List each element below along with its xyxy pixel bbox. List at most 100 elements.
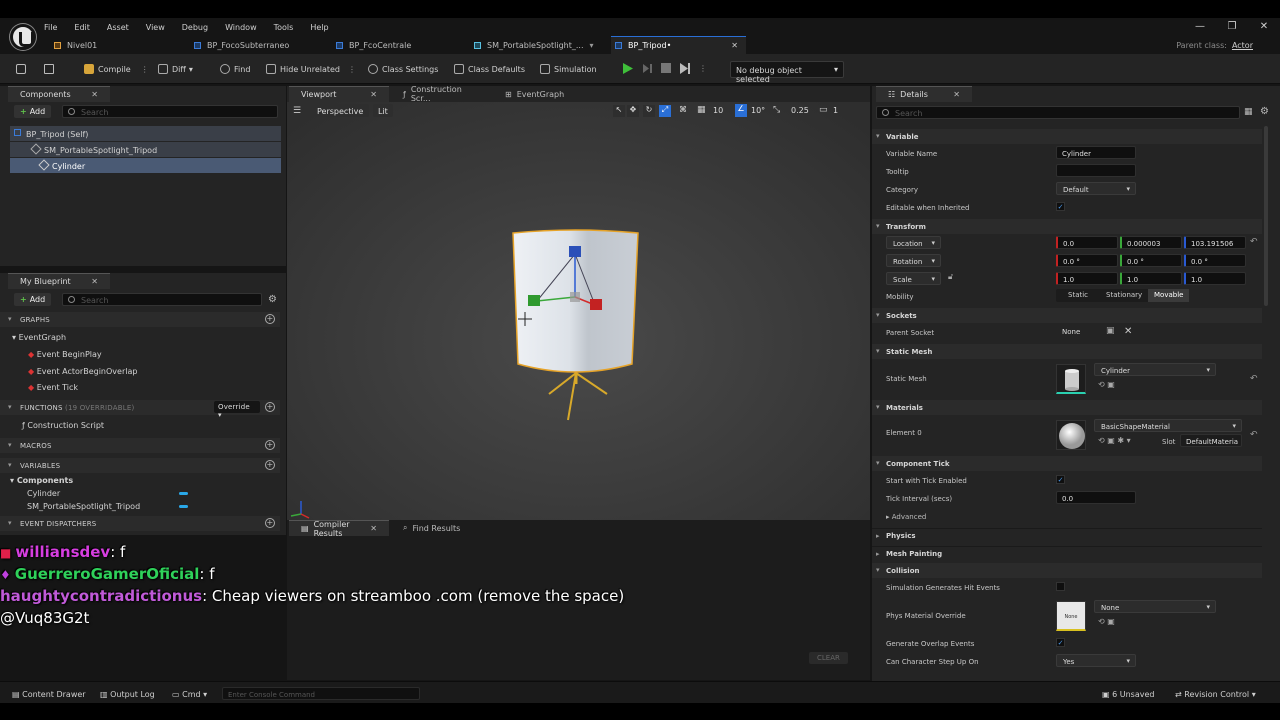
static-mesh-thumbnail[interactable] — [1056, 364, 1086, 394]
camera-speed-icon[interactable]: ▭ — [819, 105, 828, 115]
angle-snap-value[interactable]: 10° — [751, 106, 765, 115]
grid-snap-icon[interactable]: ▦ — [697, 105, 706, 115]
location-y-input[interactable]: 0.000003 — [1120, 236, 1182, 249]
tree-item-spotlight-tripod[interactable]: SM_PortableSpotlight_Tripod — [10, 142, 281, 157]
tab-details[interactable]: ☷ Details ✕ — [876, 86, 972, 102]
lit-button[interactable]: Lit — [373, 104, 393, 117]
tab-dropdown-icon[interactable]: ▾ — [590, 41, 594, 50]
phys-material-dropdown[interactable]: None — [1094, 600, 1216, 613]
location-z-input[interactable]: 103.191506 — [1184, 236, 1246, 249]
eject-icon[interactable]: ⋮ — [679, 62, 707, 75]
scale-tool-icon[interactable]: ⤢ — [659, 105, 671, 117]
close-icon[interactable]: ✕ — [370, 524, 377, 533]
tab-components[interactable]: Components ✕ — [8, 86, 110, 102]
close-icon[interactable]: ✕ — [953, 90, 960, 99]
add-graph-icon[interactable]: + — [265, 314, 275, 324]
location-x-input[interactable]: 0.0 — [1056, 236, 1118, 249]
tooltip-input[interactable] — [1056, 164, 1136, 177]
blueprint-search-input[interactable]: Search — [62, 293, 262, 306]
scale-snap-icon[interactable]: ⤡ — [773, 105, 780, 115]
close-icon[interactable]: ✕ — [91, 277, 98, 286]
close-window-icon[interactable]: ✕ — [1248, 18, 1280, 36]
slot-value[interactable]: DefaultMateria — [1180, 434, 1242, 447]
add-component-button[interactable]: + Add — [14, 105, 52, 118]
maximize-icon[interactable]: ❐ — [1216, 18, 1248, 36]
material-dropdown[interactable]: BasicShapeMaterial — [1094, 419, 1242, 432]
unsaved-button[interactable]: ▣ 6 Unsaved — [1102, 690, 1154, 699]
minimize-icon[interactable]: — — [1184, 18, 1216, 36]
category-dropdown[interactable]: Default — [1056, 182, 1136, 195]
section-component-tick[interactable]: Component Tick — [872, 456, 1262, 471]
world-local-icon[interactable]: ⌘ — [677, 105, 689, 117]
phys-material-thumbnail[interactable]: None — [1056, 601, 1086, 631]
event-begin-play[interactable]: ◆ Event BeginPlay — [28, 350, 102, 359]
add-macro-icon[interactable]: + — [265, 440, 275, 450]
perspective-button[interactable]: Perspective — [311, 104, 370, 117]
save-icon[interactable] — [16, 64, 30, 74]
variable-cylinder[interactable]: Cylinder — [27, 489, 60, 498]
translate-tool-icon[interactable]: ✥ — [627, 105, 639, 117]
hide-unrelated-button[interactable]: Hide Unrelated ⋮ — [266, 64, 356, 74]
reset-material-icon[interactable]: ↶ — [1250, 430, 1258, 440]
use-selected-icon[interactable]: ⟲ ▣ — [1098, 380, 1115, 389]
scale-snap-value[interactable]: 0.25 — [791, 106, 809, 115]
section-static-mesh[interactable]: Static Mesh — [872, 344, 1262, 359]
tab-nivel01[interactable]: Nivel01 — [50, 36, 180, 54]
tab-close-icon[interactable]: ✕ — [731, 41, 738, 50]
rotate-tool-icon[interactable]: ↻ — [643, 105, 655, 117]
rotation-z-input[interactable]: 0.0 ° — [1184, 254, 1246, 267]
hamburger-menu-icon[interactable]: ☰ — [293, 106, 301, 116]
content-drawer-button[interactable]: ▤ Content Drawer — [12, 690, 86, 699]
location-dropdown[interactable]: Location — [886, 236, 941, 249]
menu-window[interactable]: Window — [225, 23, 257, 32]
material-actions-icon[interactable]: ⟲ ▣ ✱ ▾ — [1098, 436, 1131, 445]
close-icon[interactable]: ✕ — [370, 90, 377, 99]
menu-edit[interactable]: Edit — [74, 23, 90, 32]
class-settings-button[interactable]: Class Settings — [368, 64, 438, 74]
section-macros[interactable]: MACROS+ — [0, 438, 280, 453]
override-dropdown[interactable]: Override ▾ — [214, 401, 260, 419]
tab-find-results[interactable]: ⌕ Find Results — [391, 520, 481, 536]
cmd-dropdown[interactable]: ▭ Cmd ▾ — [172, 690, 207, 699]
tick-interval-input[interactable]: 0.0 — [1056, 491, 1136, 504]
scale-dropdown[interactable]: Scale — [886, 272, 941, 285]
section-functions[interactable]: FUNCTIONS (19 OVERRIDABLE) Override ▾ + — [0, 400, 280, 419]
rotation-x-input[interactable]: 0.0 ° — [1056, 254, 1118, 267]
revision-control-button[interactable]: ⇄ Revision Control ▾ — [1175, 690, 1256, 699]
mobility-movable[interactable]: Movable — [1148, 289, 1190, 302]
phys-material-actions-icon[interactable]: ⟲ ▣ — [1098, 617, 1115, 626]
event-tick[interactable]: ◆ Event Tick — [28, 383, 78, 392]
menu-asset[interactable]: Asset — [107, 23, 129, 32]
stop-icon[interactable] — [661, 63, 671, 73]
start-tick-checkbox[interactable]: ✓ — [1056, 475, 1065, 484]
section-materials[interactable]: Materials — [872, 400, 1262, 415]
function-construction-script[interactable]: ƒ Construction Script — [22, 421, 104, 430]
graph-event-graph[interactable]: ▾ EventGraph — [12, 333, 66, 342]
section-mesh-painting[interactable]: ▸ Mesh Painting — [872, 546, 1262, 561]
simulation-button[interactable]: Simulation — [540, 64, 597, 74]
variables-components-group[interactable]: ▾ Components — [10, 476, 73, 485]
tree-item-self[interactable]: BP_Tripod (Self) — [10, 126, 281, 141]
tab-compiler-results[interactable]: ▤ Compiler Results ✕ — [289, 520, 389, 538]
compile-button[interactable]: Compile ⋮ — [84, 64, 149, 74]
browse-socket-icon[interactable]: ▣ — [1106, 326, 1115, 336]
reset-location-icon[interactable]: ↶ — [1250, 237, 1258, 247]
details-search-input[interactable]: Search — [876, 106, 1240, 119]
section-transform[interactable]: Transform — [872, 219, 1262, 234]
add-member-button[interactable]: + Add — [14, 293, 52, 306]
browse-icon[interactable] — [44, 64, 58, 74]
event-actor-begin-overlap[interactable]: ◆ Event ActorBeginOverlap — [28, 367, 137, 376]
step-up-dropdown[interactable]: Yes — [1056, 654, 1136, 667]
menu-debug[interactable]: Debug — [182, 23, 208, 32]
tab-my-blueprint[interactable]: My Blueprint ✕ — [8, 273, 110, 289]
menu-tools[interactable]: Tools — [274, 23, 294, 32]
gear-icon[interactable]: ⚙ — [268, 294, 277, 305]
tab-event-graph[interactable]: ⊞ EventGraph — [493, 86, 583, 102]
select-tool-icon[interactable]: ↖ — [613, 105, 625, 117]
close-icon[interactable]: ✕ — [91, 90, 98, 99]
scale-z-input[interactable]: 1.0 — [1184, 272, 1246, 285]
static-mesh-dropdown[interactable]: Cylinder — [1094, 363, 1216, 376]
tree-item-cylinder[interactable]: Cylinder — [10, 158, 281, 173]
menu-view[interactable]: View — [146, 23, 165, 32]
editable-inherited-checkbox[interactable]: ✓ — [1056, 202, 1065, 211]
